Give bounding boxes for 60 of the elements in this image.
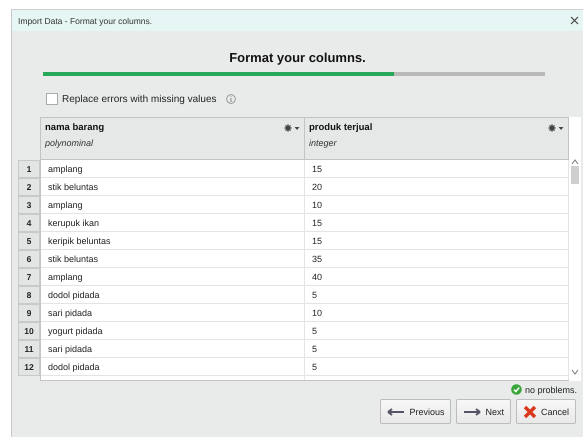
table-cell: dodol pidada	[48, 362, 100, 372]
left-arrow-icon	[387, 406, 406, 416]
table-cell: 15	[312, 218, 322, 228]
table-cell: 40	[312, 272, 322, 282]
table-cell: 5	[312, 290, 318, 300]
table-cell: 10	[312, 200, 322, 210]
row-number: 10	[18, 322, 40, 340]
row-number: 9	[18, 304, 40, 322]
step-heading: Format your columns.	[228, 50, 367, 65]
table-cell: 5	[312, 326, 318, 336]
table-cell: 20	[312, 182, 322, 192]
close-icon[interactable]	[570, 16, 579, 25]
table-cell: dodol pidada	[48, 290, 100, 300]
column-type: integer	[309, 138, 338, 148]
checkbox[interactable]	[46, 93, 58, 105]
table-cell: 10	[312, 308, 322, 318]
table-cell: 15	[312, 236, 322, 246]
previous-button[interactable]: Previous	[380, 399, 452, 424]
cross-icon	[522, 404, 537, 418]
table-cell: 5	[312, 362, 318, 372]
gear-dropdown-icon[interactable]	[284, 124, 300, 132]
row-number: 4	[18, 214, 40, 232]
table-cell: amplang	[48, 164, 83, 174]
scroll-thumb[interactable]	[571, 166, 579, 184]
info-icon[interactable]	[226, 94, 236, 104]
table-cell: yogurt pidada	[48, 326, 103, 336]
column-name: nama barang	[45, 122, 104, 133]
next-button[interactable]: Next	[456, 399, 511, 424]
table-cell: kerupuk ikan	[48, 218, 100, 228]
checkbox-label: Replace errors with missing values	[62, 94, 217, 104]
table-cell: stik beluntas	[48, 254, 98, 264]
table-cell: sari pidada	[48, 344, 92, 354]
column-type: polynominal	[45, 138, 94, 148]
check-circle-icon	[510, 384, 522, 395]
row-number: 5	[18, 232, 40, 250]
row-number: 7	[18, 268, 40, 286]
table-cell: sari pidada	[48, 308, 92, 318]
row-number: 1	[18, 160, 40, 178]
status-text: no problems.	[524, 384, 577, 394]
window-title: Import Data - Format your columns.	[18, 16, 152, 26]
scroll-down-icon[interactable]	[571, 369, 579, 375]
table-cell: 5	[312, 344, 318, 354]
row-number: 8	[18, 286, 40, 304]
table-cell: amplang	[48, 272, 83, 282]
table-cell: stik beluntas	[48, 182, 98, 192]
row-number: 6	[18, 250, 40, 268]
column-name: produk terjual	[309, 122, 372, 133]
cancel-button[interactable]: Cancel	[516, 399, 576, 424]
table-cell: keripik beluntas	[48, 236, 111, 246]
row-number: 12	[18, 358, 40, 376]
table-cell: 15	[312, 164, 322, 174]
right-arrow-icon	[463, 406, 482, 416]
gear-dropdown-icon[interactable]	[548, 124, 564, 132]
row-number: 11	[18, 340, 40, 358]
row-number: 3	[18, 196, 40, 214]
table-cell: amplang	[48, 200, 83, 210]
table-cell: 35	[312, 254, 322, 264]
scrollbar[interactable]	[569, 117, 581, 381]
scroll-up-icon[interactable]	[571, 159, 579, 165]
row-number: 2	[18, 178, 40, 196]
